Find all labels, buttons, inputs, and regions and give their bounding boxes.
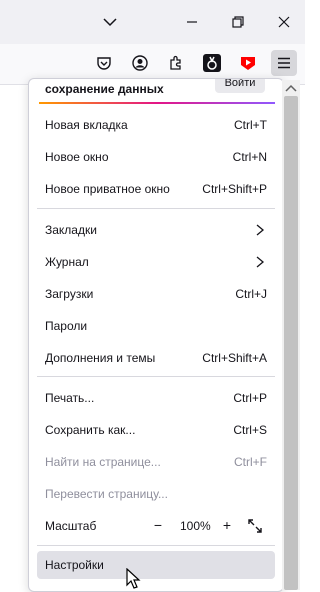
menu-item-new-private-window[interactable]: Новое приватное окно Ctrl+Shift+P	[37, 175, 275, 203]
sync-description: сохранение данных	[45, 82, 164, 96]
minimize-icon	[187, 21, 197, 23]
menu-separator	[37, 545, 275, 546]
menu-item-label: Новое приватное окно	[45, 182, 170, 196]
tab-list-button[interactable]	[96, 8, 124, 36]
menu-item-label: Найти на странице...	[45, 455, 161, 469]
accent-divider	[39, 102, 275, 104]
menu-item-new-window[interactable]: Новое окно Ctrl+N	[37, 143, 275, 171]
menu-item-shortcut: Ctrl+Shift+A	[202, 351, 267, 365]
menu-item-shortcut: Ctrl+T	[234, 118, 267, 132]
menu-item-find-in-page[interactable]: Найти на странице... Ctrl+F	[37, 448, 275, 476]
title-bar	[0, 0, 305, 44]
restore-button[interactable]	[224, 8, 252, 36]
youtube-extension-icon	[241, 57, 255, 70]
hamburger-menu-icon	[278, 57, 290, 69]
fullscreen-icon[interactable]	[247, 518, 263, 534]
menu-item-shortcut: Ctrl+S	[233, 423, 267, 437]
menu-item-zoom: Масштаб − 100% +	[37, 512, 275, 540]
chevron-right-icon	[256, 224, 265, 236]
menu-item-label: Настройки	[45, 558, 104, 572]
close-icon	[278, 16, 290, 28]
menu-item-downloads[interactable]: Загрузки Ctrl+J	[37, 280, 275, 308]
menu-item-shortcut: Ctrl+P	[233, 391, 267, 405]
restore-icon	[232, 16, 244, 28]
tab-list-chevron-icon	[103, 18, 117, 27]
menu-item-settings[interactable]: Настройки	[37, 551, 275, 579]
extensions-button[interactable]	[163, 50, 189, 76]
menu-item-shortcut: Ctrl+J	[235, 287, 267, 301]
minimize-button[interactable]	[178, 8, 206, 36]
menu-item-label: Новое окно	[45, 150, 109, 164]
menu-item-label: Загрузки	[45, 287, 94, 301]
menu-item-print[interactable]: Печать... Ctrl+P	[37, 384, 275, 412]
menu-item-shortcut: Ctrl+N	[232, 150, 267, 164]
menu-item-label: Дополнения и темы	[45, 351, 156, 365]
menu-item-label: Печать...	[45, 391, 95, 405]
zoom-out-button[interactable]: −	[149, 517, 167, 535]
menu-item-passwords[interactable]: Пароли	[37, 312, 275, 340]
close-button[interactable]	[270, 8, 298, 36]
menu-separator	[37, 208, 275, 209]
hamburger-menu-button[interactable]	[271, 50, 297, 76]
menu-item-save-as[interactable]: Сохранить как... Ctrl+S	[37, 416, 275, 444]
scroll-up-arrow-icon[interactable]	[285, 83, 297, 93]
app-menu-panel: сохранение данных Войти Новая вкладка Ct…	[28, 78, 284, 592]
menu-item-label: Сохранить как...	[45, 423, 136, 437]
zoom-in-button[interactable]: +	[218, 517, 236, 535]
menu-item-bookmarks[interactable]: Закладки	[37, 216, 275, 244]
menu-item-translate-page[interactable]: Перевести страницу...	[37, 480, 275, 508]
menu-separator	[37, 376, 275, 377]
mouse-cursor-icon	[126, 568, 141, 589]
extensions-icon	[170, 55, 181, 70]
zoom-level-button[interactable]: 100%	[180, 519, 211, 533]
menu-item-new-tab[interactable]: Новая вкладка Ctrl+T	[37, 111, 275, 139]
extension-button[interactable]	[199, 50, 225, 76]
youtube-extension-button[interactable]	[235, 50, 261, 76]
menu-item-label: Новая вкладка	[45, 118, 128, 132]
menu-item-label: Пароли	[45, 319, 88, 333]
page-scrollbar[interactable]	[282, 80, 300, 590]
pocket-button[interactable]	[91, 50, 117, 76]
sync-row: сохранение данных Войти	[29, 79, 283, 103]
extension-icon	[203, 54, 221, 72]
menu-item-label: Перевести страницу...	[45, 487, 168, 501]
menu-item-label: Масштаб	[45, 519, 97, 533]
menu-item-history[interactable]: Журнал	[37, 248, 275, 276]
account-button[interactable]	[127, 50, 153, 76]
pocket-icon	[97, 57, 111, 70]
menu-item-label: Журнал	[45, 255, 89, 269]
menu-item-label: Закладки	[45, 223, 97, 237]
chevron-right-icon	[256, 256, 265, 268]
scrollbar-thumb[interactable]	[284, 96, 298, 590]
menu-item-shortcut: Ctrl+Shift+P	[202, 182, 267, 196]
account-icon	[132, 55, 148, 71]
menu-item-shortcut: Ctrl+F	[234, 455, 267, 469]
sign-in-button[interactable]: Войти	[215, 79, 265, 93]
menu-item-addons-themes[interactable]: Дополнения и темы Ctrl+Shift+A	[37, 344, 275, 372]
